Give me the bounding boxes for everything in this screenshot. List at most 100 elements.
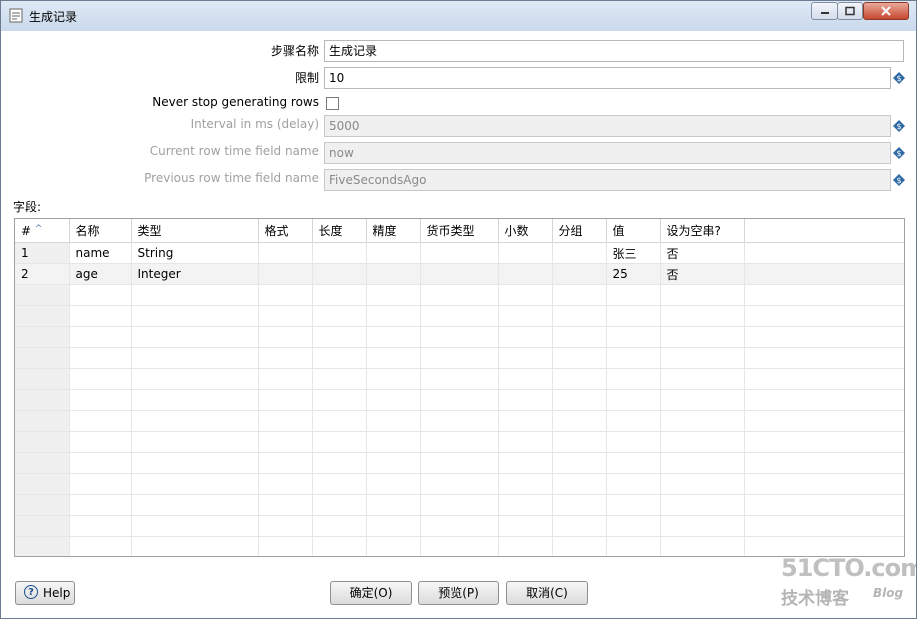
table-cell[interactable] [552,347,607,369]
table-cell[interactable] [420,410,499,432]
table-cell[interactable] [258,410,313,432]
table-cell[interactable] [312,305,367,327]
column-header[interactable]: 精度 [366,219,421,243]
table-cell[interactable] [312,515,367,537]
table-cell[interactable] [69,410,132,432]
table-cell[interactable] [312,263,367,285]
table-cell[interactable] [420,326,499,348]
table-cell[interactable] [606,326,661,348]
never-stop-checkbox[interactable] [326,97,339,110]
table-cell[interactable] [312,452,367,474]
table-cell[interactable] [660,389,745,411]
table-row[interactable] [15,326,904,348]
table-cell[interactable] [498,473,553,495]
table-cell[interactable] [131,368,259,390]
table-row[interactable] [15,473,904,495]
table-row[interactable] [15,389,904,411]
table-row[interactable] [15,284,904,306]
table-cell[interactable]: String [131,242,259,264]
table-cell[interactable] [420,368,499,390]
table-cell[interactable] [131,452,259,474]
table-cell[interactable] [660,452,745,474]
table-cell[interactable] [366,305,421,327]
column-header[interactable]: 设为空串? [660,219,745,243]
table-cell[interactable]: 25 [606,263,661,285]
table-cell[interactable] [69,473,132,495]
row-number-cell[interactable] [15,368,70,390]
current-time-input[interactable]: now [324,142,891,164]
table-cell[interactable] [366,347,421,369]
table-row[interactable] [15,305,904,327]
table-cell[interactable] [312,536,367,556]
table-cell[interactable] [312,494,367,516]
row-number-cell[interactable] [15,326,70,348]
table-cell[interactable] [131,515,259,537]
table-cell[interactable] [498,284,553,306]
table-cell[interactable] [258,284,313,306]
table-cell[interactable] [258,326,313,348]
row-number-cell[interactable] [15,410,70,432]
maximize-button[interactable] [837,2,863,20]
table-cell[interactable] [69,515,132,537]
table-cell[interactable] [552,368,607,390]
row-number-cell[interactable]: 2 [15,263,70,285]
table-cell[interactable] [420,515,499,537]
row-number-cell[interactable] [15,473,70,495]
table-cell[interactable] [366,452,421,474]
close-button[interactable] [863,2,909,20]
table-cell[interactable] [312,473,367,495]
table-cell[interactable] [420,431,499,453]
preview-button[interactable]: 预览(P) [418,581,499,605]
table-cell[interactable] [312,410,367,432]
table-cell[interactable] [420,536,499,556]
table-cell[interactable] [498,494,553,516]
table-row[interactable]: 2 age Integer 25 否 [15,263,904,285]
table-cell[interactable] [606,305,661,327]
table-cell[interactable] [420,389,499,411]
cancel-button[interactable]: 取消(C) [506,581,588,605]
table-cell[interactable] [606,368,661,390]
table-cell[interactable] [366,263,421,285]
table-cell[interactable] [366,326,421,348]
row-number-cell[interactable] [15,452,70,474]
table-cell[interactable] [420,263,499,285]
column-header[interactable]: 名称 [69,219,132,243]
table-cell[interactable] [498,389,553,411]
column-header[interactable]: 货币类型 [420,219,499,243]
table-cell[interactable] [312,284,367,306]
interval-input[interactable]: 5000 [324,115,891,137]
previous-time-input[interactable]: FiveSecondsAgo [324,169,891,191]
table-cell[interactable] [131,431,259,453]
variable-icon[interactable]: $ [893,72,905,84]
table-cell[interactable] [312,368,367,390]
table-row[interactable]: 1 name String 张三否 [15,242,904,264]
table-cell[interactable] [366,368,421,390]
table-cell[interactable] [312,347,367,369]
table-cell[interactable] [69,494,132,516]
column-header[interactable]: 类型 [131,219,259,243]
table-cell[interactable] [69,536,132,556]
row-number-cell[interactable] [15,305,70,327]
help-button[interactable]: ? Help [15,581,75,605]
table-cell[interactable] [420,242,499,264]
table-cell[interactable] [366,473,421,495]
table-cell[interactable] [606,473,661,495]
table-cell[interactable] [606,536,661,556]
table-cell[interactable] [258,473,313,495]
table-cell[interactable] [552,284,607,306]
row-number-cell[interactable] [15,515,70,537]
table-cell[interactable] [258,305,313,327]
table-cell[interactable] [69,368,132,390]
table-cell[interactable] [258,368,313,390]
row-number-cell[interactable] [15,536,70,556]
table-cell[interactable] [312,326,367,348]
table-cell[interactable] [131,326,259,348]
table-cell[interactable] [131,347,259,369]
table-cell[interactable] [606,431,661,453]
table-cell[interactable] [69,389,132,411]
table-cell[interactable] [498,347,553,369]
table-cell[interactable] [258,347,313,369]
table-cell[interactable] [498,305,553,327]
table-cell[interactable] [552,473,607,495]
variable-icon[interactable]: $ [893,120,905,132]
